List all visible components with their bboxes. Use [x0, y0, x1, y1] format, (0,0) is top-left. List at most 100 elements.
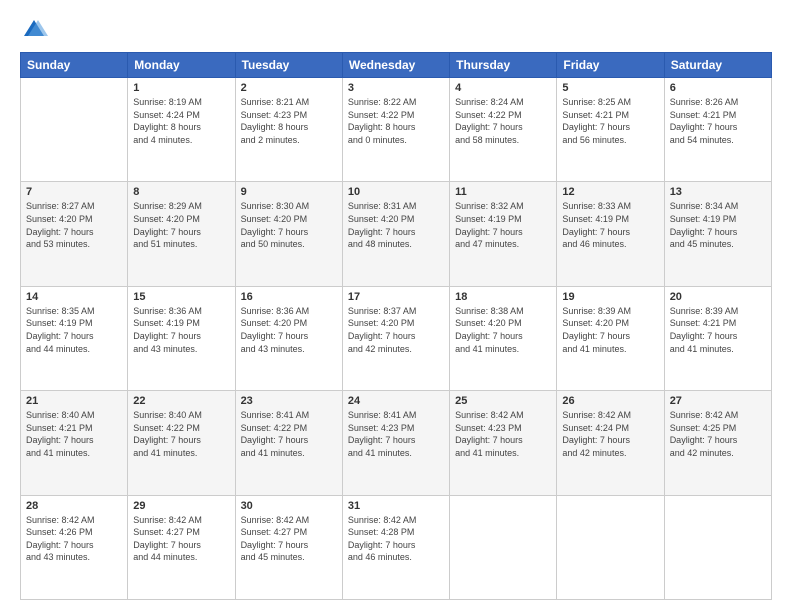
day-number: 23	[241, 395, 337, 407]
day-info: Sunrise: 8:29 AM Sunset: 4:20 PM Dayligh…	[133, 200, 229, 250]
day-cell: 19 Sunrise: 8:39 AM Sunset: 4:20 PM Dayli…	[557, 286, 664, 390]
day-info: Sunrise: 8:39 AM Sunset: 4:20 PM Dayligh…	[562, 305, 658, 355]
day-number: 10	[348, 186, 444, 198]
logo	[20, 16, 52, 44]
header	[20, 16, 772, 44]
day-cell	[664, 495, 771, 599]
day-cell: 15 Sunrise: 8:36 AM Sunset: 4:19 PM Dayli…	[128, 286, 235, 390]
day-number: 21	[26, 395, 122, 407]
day-number: 6	[670, 82, 766, 94]
day-number: 4	[455, 82, 551, 94]
header-cell-thursday: Thursday	[450, 53, 557, 78]
day-cell: 16 Sunrise: 8:36 AM Sunset: 4:20 PM Dayli…	[235, 286, 342, 390]
calendar-table: SundayMondayTuesdayWednesdayThursdayFrid…	[20, 52, 772, 600]
day-info: Sunrise: 8:27 AM Sunset: 4:20 PM Dayligh…	[26, 200, 122, 250]
day-info: Sunrise: 8:36 AM Sunset: 4:19 PM Dayligh…	[133, 305, 229, 355]
day-number: 11	[455, 186, 551, 198]
day-number: 8	[133, 186, 229, 198]
day-cell: 2Sunrise: 8:21 AM Sunset: 4:23 PM Daylig…	[235, 78, 342, 182]
day-number: 31	[348, 500, 444, 512]
day-cell: 26 Sunrise: 8:42 AM Sunset: 4:24 PM Dayli…	[557, 391, 664, 495]
day-cell: 20Sunrise: 8:39 AM Sunset: 4:21 PM Dayli…	[664, 286, 771, 390]
day-number: 26	[562, 395, 658, 407]
day-number: 5	[562, 82, 658, 94]
day-cell: 7 Sunrise: 8:27 AM Sunset: 4:20 PM Daylig…	[21, 182, 128, 286]
day-cell: 9 Sunrise: 8:30 AM Sunset: 4:20 PM Daylig…	[235, 182, 342, 286]
day-cell: 14Sunrise: 8:35 AM Sunset: 4:19 PM Dayli…	[21, 286, 128, 390]
day-info: Sunrise: 8:26 AM Sunset: 4:21 PM Dayligh…	[670, 96, 766, 146]
page: SundayMondayTuesdayWednesdayThursdayFrid…	[0, 0, 792, 612]
day-cell: 5Sunrise: 8:25 AM Sunset: 4:21 PM Daylig…	[557, 78, 664, 182]
header-row: SundayMondayTuesdayWednesdayThursdayFrid…	[21, 53, 772, 78]
header-cell-sunday: Sunday	[21, 53, 128, 78]
day-number: 17	[348, 291, 444, 303]
day-info: Sunrise: 8:40 AM Sunset: 4:21 PM Dayligh…	[26, 409, 122, 459]
week-row-4: 21 Sunrise: 8:40 AM Sunset: 4:21 PM Dayli…	[21, 391, 772, 495]
day-info: Sunrise: 8:30 AM Sunset: 4:20 PM Dayligh…	[241, 200, 337, 250]
day-number: 25	[455, 395, 551, 407]
day-number: 7	[26, 186, 122, 198]
header-cell-friday: Friday	[557, 53, 664, 78]
day-info: Sunrise: 8:42 AM Sunset: 4:26 PM Dayligh…	[26, 514, 122, 564]
day-number: 19	[562, 291, 658, 303]
day-number: 3	[348, 82, 444, 94]
day-number: 12	[562, 186, 658, 198]
week-row-5: 28Sunrise: 8:42 AM Sunset: 4:26 PM Dayli…	[21, 495, 772, 599]
header-cell-wednesday: Wednesday	[342, 53, 449, 78]
day-info: Sunrise: 8:41 AM Sunset: 4:22 PM Dayligh…	[241, 409, 337, 459]
day-cell: 21 Sunrise: 8:40 AM Sunset: 4:21 PM Dayli…	[21, 391, 128, 495]
day-info: Sunrise: 8:37 AM Sunset: 4:20 PM Dayligh…	[348, 305, 444, 355]
day-cell: 28Sunrise: 8:42 AM Sunset: 4:26 PM Dayli…	[21, 495, 128, 599]
day-number: 30	[241, 500, 337, 512]
day-info: Sunrise: 8:31 AM Sunset: 4:20 PM Dayligh…	[348, 200, 444, 250]
day-info: Sunrise: 8:38 AM Sunset: 4:20 PM Dayligh…	[455, 305, 551, 355]
day-cell: 4 Sunrise: 8:24 AM Sunset: 4:22 PM Daylig…	[450, 78, 557, 182]
day-number: 16	[241, 291, 337, 303]
day-cell: 31Sunrise: 8:42 AM Sunset: 4:28 PM Dayli…	[342, 495, 449, 599]
day-number: 29	[133, 500, 229, 512]
day-number: 2	[241, 82, 337, 94]
day-cell: 11 Sunrise: 8:32 AM Sunset: 4:19 PM Dayli…	[450, 182, 557, 286]
day-number: 9	[241, 186, 337, 198]
day-info: Sunrise: 8:22 AM Sunset: 4:22 PM Dayligh…	[348, 96, 444, 146]
day-number: 22	[133, 395, 229, 407]
day-cell: 6 Sunrise: 8:26 AM Sunset: 4:21 PM Daylig…	[664, 78, 771, 182]
day-info: Sunrise: 8:41 AM Sunset: 4:23 PM Dayligh…	[348, 409, 444, 459]
day-cell: 3 Sunrise: 8:22 AM Sunset: 4:22 PM Daylig…	[342, 78, 449, 182]
day-info: Sunrise: 8:42 AM Sunset: 4:24 PM Dayligh…	[562, 409, 658, 459]
day-cell: 22 Sunrise: 8:40 AM Sunset: 4:22 PM Dayli…	[128, 391, 235, 495]
day-info: Sunrise: 8:40 AM Sunset: 4:22 PM Dayligh…	[133, 409, 229, 459]
day-number: 1	[133, 82, 229, 94]
day-cell: 10 Sunrise: 8:31 AM Sunset: 4:20 PM Dayli…	[342, 182, 449, 286]
day-cell: 12Sunrise: 8:33 AM Sunset: 4:19 PM Dayli…	[557, 182, 664, 286]
header-cell-saturday: Saturday	[664, 53, 771, 78]
day-info: Sunrise: 8:36 AM Sunset: 4:20 PM Dayligh…	[241, 305, 337, 355]
day-cell	[21, 78, 128, 182]
day-info: Sunrise: 8:32 AM Sunset: 4:19 PM Dayligh…	[455, 200, 551, 250]
day-number: 18	[455, 291, 551, 303]
week-row-2: 7 Sunrise: 8:27 AM Sunset: 4:20 PM Daylig…	[21, 182, 772, 286]
day-cell: 30 Sunrise: 8:42 AM Sunset: 4:27 PM Dayli…	[235, 495, 342, 599]
day-info: Sunrise: 8:39 AM Sunset: 4:21 PM Dayligh…	[670, 305, 766, 355]
day-info: Sunrise: 8:42 AM Sunset: 4:27 PM Dayligh…	[241, 514, 337, 564]
day-cell: 23 Sunrise: 8:41 AM Sunset: 4:22 PM Dayli…	[235, 391, 342, 495]
calendar-header: SundayMondayTuesdayWednesdayThursdayFrid…	[21, 53, 772, 78]
logo-icon	[20, 16, 48, 44]
day-cell: 1 Sunrise: 8:19 AM Sunset: 4:24 PM Daylig…	[128, 78, 235, 182]
day-cell: 29 Sunrise: 8:42 AM Sunset: 4:27 PM Dayli…	[128, 495, 235, 599]
day-info: Sunrise: 8:42 AM Sunset: 4:23 PM Dayligh…	[455, 409, 551, 459]
day-cell: 8 Sunrise: 8:29 AM Sunset: 4:20 PM Daylig…	[128, 182, 235, 286]
day-number: 13	[670, 186, 766, 198]
day-cell: 17 Sunrise: 8:37 AM Sunset: 4:20 PM Dayli…	[342, 286, 449, 390]
day-cell: 25 Sunrise: 8:42 AM Sunset: 4:23 PM Dayli…	[450, 391, 557, 495]
calendar-body: 1 Sunrise: 8:19 AM Sunset: 4:24 PM Daylig…	[21, 78, 772, 600]
day-number: 24	[348, 395, 444, 407]
day-number: 15	[133, 291, 229, 303]
day-info: Sunrise: 8:42 AM Sunset: 4:27 PM Dayligh…	[133, 514, 229, 564]
day-info: Sunrise: 8:34 AM Sunset: 4:19 PM Dayligh…	[670, 200, 766, 250]
day-number: 27	[670, 395, 766, 407]
week-row-3: 14Sunrise: 8:35 AM Sunset: 4:19 PM Dayli…	[21, 286, 772, 390]
day-cell: 24 Sunrise: 8:41 AM Sunset: 4:23 PM Dayli…	[342, 391, 449, 495]
day-info: Sunrise: 8:24 AM Sunset: 4:22 PM Dayligh…	[455, 96, 551, 146]
day-info: Sunrise: 8:19 AM Sunset: 4:24 PM Dayligh…	[133, 96, 229, 146]
